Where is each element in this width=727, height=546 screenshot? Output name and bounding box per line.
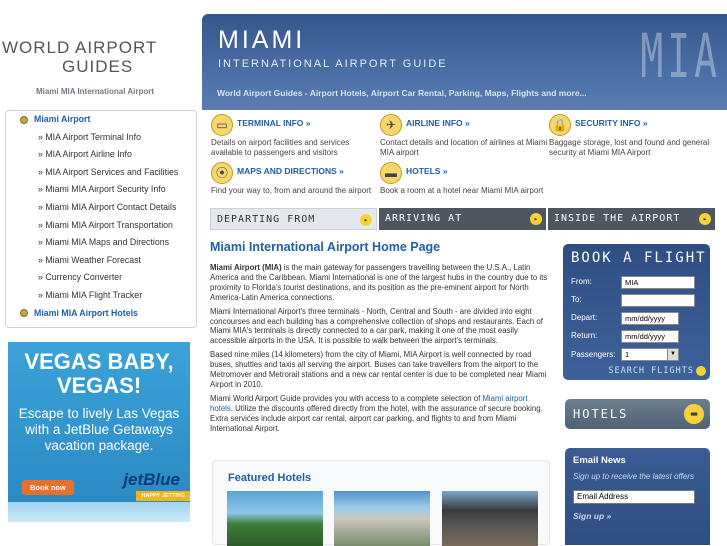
sidebar-item-maps[interactable]: » Miami MIA Maps and Directions — [6, 234, 196, 252]
jetblue-ad-banner[interactable]: VEGAS BABY, VEGAS! Escape to lively Las … — [8, 342, 190, 522]
terminal-info-link[interactable]: TERMINAL INFO » — [237, 118, 311, 128]
sidebar-item-hotels[interactable]: Miami MIA Airport Hotels — [6, 305, 196, 323]
logo-subtitle: Miami MIA International Airport — [35, 87, 155, 96]
tab-arriving-at[interactable]: ARRIVING AT ▸ — [379, 208, 546, 230]
hotels-button[interactable]: HOTELS ▬ — [565, 399, 710, 429]
email-news-panel: Email News Sign up to receive the latest… — [565, 448, 710, 545]
return-date-input[interactable]: mm/dd/yyyy — [621, 330, 679, 343]
hotel-photo[interactable] — [227, 491, 323, 546]
sign-up-link[interactable]: Sign up » — [573, 511, 611, 521]
arrow-icon: ▸ — [699, 213, 711, 225]
hotel-photo[interactable] — [334, 491, 430, 546]
passengers-label: Passengers: — [571, 350, 616, 359]
from-label: From: — [571, 277, 592, 286]
maps-info-desc: Find your way to, from and around the ai… — [211, 186, 372, 195]
book-flight-title: BOOK A FLIGHT — [571, 250, 707, 266]
featured-hotels-title: Featured Hotels — [228, 472, 312, 484]
return-label: Return: — [571, 331, 598, 340]
header-banner: MIAMI INTERNATIONAL AIRPORT GUIDE World … — [202, 14, 727, 110]
ad-headline: VEGAS BABY, VEGAS! — [24, 349, 174, 398]
security-info-link[interactable]: SECURITY INFO » — [575, 118, 648, 128]
terminals-paragraph: Miami International Airport's three term… — [210, 306, 543, 346]
airline-info-desc: Contact details and location of airlines… — [380, 138, 548, 157]
tab-label: INSIDE THE AIRPORT — [554, 213, 681, 224]
ad-book-now-button[interactable]: Book now — [22, 480, 74, 495]
sidebar-nav: Miami Airport » MIA Airport Terminal Inf… — [5, 110, 197, 328]
intro-lead: Miami Airport (MIA) — [210, 263, 282, 272]
plane-icon: ✈ — [380, 114, 402, 136]
bullet-icon — [20, 309, 28, 318]
site-logo[interactable]: WORLD AIRPORT GUIDES Miami MIA Internati… — [0, 14, 200, 104]
chevron-down-icon: ▼ — [667, 349, 678, 360]
from-input[interactable]: MIA — [621, 276, 695, 289]
hotels-text-b: . Utilize the discounts offered directly… — [210, 403, 543, 433]
arrow-icon: ▸ — [530, 213, 542, 225]
bed-icon: ▬ — [380, 162, 402, 184]
book-flight-panel: BOOK A FLIGHT From: MIA To: Depart: mm/d… — [563, 244, 710, 380]
sidebar-item-miami-airport[interactable]: Miami Airport — [6, 111, 196, 129]
passengers-select[interactable]: 1 ▼ — [621, 348, 679, 361]
bullet-icon — [20, 115, 28, 124]
sidebar-item-services[interactable]: » MIA Airport Services and Facilities — [6, 164, 196, 182]
tab-inside-airport[interactable]: INSIDE THE AIRPORT ▸ — [548, 208, 715, 230]
sidebar-item-security[interactable]: » Miami MIA Airport Security Info — [6, 181, 196, 199]
intro-paragraph: Miami Airport (MIA) is the main gateway … — [210, 263, 550, 303]
maps-info-link[interactable]: MAPS AND DIRECTIONS » — [237, 166, 344, 176]
banner-guide: INTERNATIONAL AIRPORT GUIDE — [218, 58, 448, 70]
hotels-button-label: HOTELS — [573, 407, 629, 421]
security-info-desc: Baggage storage, lost and found and gene… — [549, 138, 710, 157]
email-news-desc: Sign up to receive the latest offers — [573, 472, 694, 481]
airline-info-link[interactable]: AIRLINE INFO » — [406, 118, 470, 128]
banner-airport-code: MIA — [640, 20, 721, 92]
hotels-text-a: Miami World Airport Guide provides you w… — [210, 393, 483, 403]
bed-icon: ▬ — [684, 404, 704, 424]
sidebar-item-label: Miami MIA Airport Hotels — [34, 307, 138, 318]
passengers-value: 1 — [625, 350, 630, 359]
sidebar-item-transportation[interactable]: » Miami MIA Airport Transportation — [6, 217, 196, 235]
monitor-icon: ▭ — [211, 114, 233, 136]
hotels-info-desc: Book a room at a hotel near Miami MIA ai… — [380, 186, 544, 195]
sidebar-item-terminal[interactable]: » MIA Airport Terminal Info — [6, 129, 196, 147]
depart-label: Depart: — [571, 313, 598, 322]
email-news-title: Email News — [573, 455, 626, 466]
to-input[interactable] — [621, 294, 695, 307]
search-flights-button[interactable]: SEARCH FLIGHTS — [608, 366, 694, 376]
to-label: To: — [571, 295, 582, 304]
sidebar-item-weather[interactable]: » Miami Weather Forecast — [6, 252, 196, 270]
tab-departing-from[interactable]: DEPARTING FROM ▸ — [210, 208, 377, 230]
tab-label: ARRIVING AT — [385, 213, 463, 224]
hotel-photo[interactable] — [442, 491, 538, 546]
sidebar-item-currency[interactable]: » Currency Converter — [6, 269, 196, 287]
arrow-icon — [696, 366, 706, 376]
logo-line2: GUIDES — [62, 57, 134, 76]
depart-date-input[interactable]: mm/dd/yyyy — [621, 312, 679, 325]
ad-body: Escape to lively Las Vegas with a JetBlu… — [18, 406, 180, 453]
ad-badge: HAPPY JETTING — [136, 491, 190, 501]
terminal-info-desc: Details on airport facilities and servic… — [211, 138, 350, 157]
lock-icon: 🔒 — [549, 114, 571, 136]
email-field[interactable]: Email Address — [573, 490, 695, 504]
ad-image-strip — [8, 502, 190, 522]
sidebar-item-flight-tracker[interactable]: » Miami MIA Flight Tracker — [6, 287, 196, 305]
banner-city: MIAMI — [218, 26, 306, 54]
sidebar-item-label: Miami Airport — [34, 114, 91, 124]
banner-tagline: World Airport Guides - Airport Hotels, A… — [217, 88, 587, 98]
sidebar-item-contact[interactable]: » Miami MIA Airport Contact Details — [6, 199, 196, 217]
tab-label: DEPARTING FROM — [217, 214, 316, 225]
transport-paragraph: Based nine miles (14 kilometers) from th… — [210, 350, 547, 389]
arrow-icon: ▸ — [360, 214, 372, 226]
main-content: Miami International Airport Home Page Mi… — [210, 240, 550, 438]
hotels-info-link[interactable]: HOTELS » — [406, 166, 448, 176]
logo-line1: WORLD AIRPORT — [2, 38, 158, 57]
compass-icon: ⦿ — [211, 162, 233, 184]
page-title: Miami International Airport Home Page — [210, 240, 441, 254]
featured-hotels-panel: Featured Hotels — [212, 460, 550, 546]
hotels-paragraph: Miami World Airport Guide provides you w… — [210, 394, 550, 434]
sidebar-item-airline[interactable]: » MIA Airport Airline Info — [6, 146, 196, 164]
ad-brand-logo: jetBlue — [123, 470, 180, 489]
